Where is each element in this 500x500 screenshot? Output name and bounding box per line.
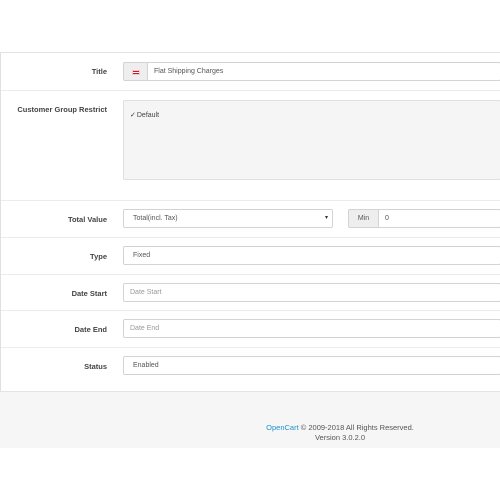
divider <box>1 200 500 201</box>
opencart-link[interactable]: OpenCart <box>266 423 299 432</box>
min-addon: Min <box>348 209 378 228</box>
footer-version: Version 3.0.2.0 <box>314 433 366 442</box>
divider <box>1 274 500 275</box>
total-value-select[interactable]: Total(incl. Tax) ▾ <box>123 209 333 228</box>
footer-copyright: © 2009-2018 All Rights Reserved. <box>300 423 414 432</box>
customer-group-row: Customer Group Restrict ✓Default <box>1 100 500 180</box>
divider <box>1 310 500 311</box>
type-label: Type <box>90 252 107 261</box>
caret-down-icon: ▾ <box>324 215 328 221</box>
status-select[interactable]: Enabled <box>123 356 500 375</box>
date-end-label: Date End <box>74 325 107 334</box>
date-start-input[interactable]: Date Start <box>123 283 500 302</box>
status-label: Status <box>84 362 107 371</box>
date-start-row: Date Start Date Start <box>1 283 500 302</box>
form-panel: Title Flat Shipping Charges Customer Gro… <box>0 52 500 392</box>
type-row: Type Fixed <box>1 246 500 265</box>
customer-group-label: Customer Group Restrict <box>17 105 107 114</box>
footer: OpenCart © 2009-2018 All Rights Reserved… <box>0 392 500 448</box>
min-value-input[interactable]: 0 <box>378 209 500 228</box>
total-value-label: Total Value <box>67 215 107 224</box>
title-input[interactable]: Flat Shipping Charges <box>147 62 500 81</box>
language-flag <box>123 62 147 81</box>
date-end-input[interactable]: Date End <box>123 319 500 338</box>
total-value-selected: Total(incl. Tax) <box>133 215 178 222</box>
date-start-label: Date Start <box>71 289 107 298</box>
title-row: Title Flat Shipping Charges <box>1 62 500 81</box>
uk-flag-icon <box>132 70 140 75</box>
total-value-row: Total Value Total(incl. Tax) ▾ Min 0 <box>1 209 500 229</box>
customer-group-default-option[interactable]: ✓Default <box>130 111 159 119</box>
footer-text: OpenCart © 2009-2018 All Rights Reserved… <box>0 423 500 443</box>
title-label: Title <box>91 67 107 76</box>
divider <box>1 90 500 91</box>
type-select[interactable]: Fixed <box>123 246 500 265</box>
customer-group-option-label: Default <box>136 112 160 119</box>
status-row: Status Enabled <box>1 356 500 375</box>
checkmark-icon[interactable]: ✓ <box>130 112 136 119</box>
date-end-row: Date End Date End <box>1 319 500 338</box>
divider <box>1 237 500 238</box>
divider <box>1 347 500 348</box>
customer-group-well: ✓Default <box>123 100 500 180</box>
